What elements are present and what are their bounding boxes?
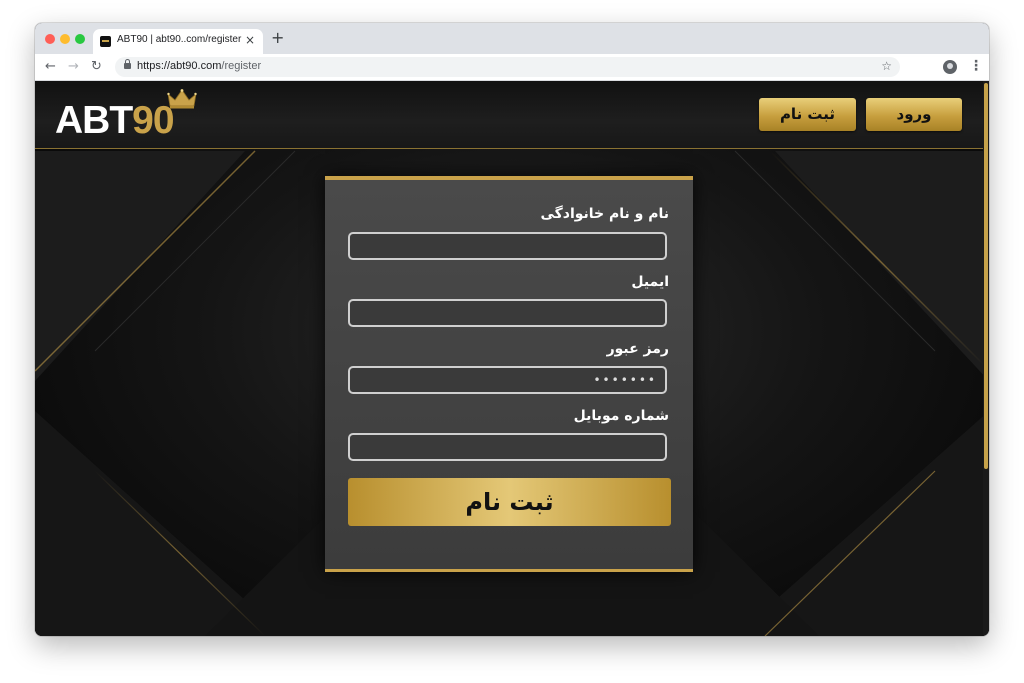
password-label: رمز عبور: [606, 341, 669, 357]
new-tab-button[interactable]: +: [271, 30, 284, 46]
browser-toolbar: ← → ↻ https://abt90.com/register ☆ ⋮: [35, 54, 989, 81]
url-text[interactable]: https://abt90.com/register: [137, 60, 261, 72]
lock-icon: [124, 59, 131, 69]
bookmark-star-icon[interactable]: ☆: [881, 59, 892, 73]
site-logo[interactable]: ABT90: [55, 99, 175, 143]
email-field[interactable]: [348, 299, 667, 327]
logo-text: ABT: [55, 99, 133, 142]
reload-icon[interactable]: ↻: [91, 58, 102, 75]
address-bar[interactable]: https://abt90.com/register ☆: [115, 57, 900, 77]
url-host: https://abt90.com: [137, 60, 222, 72]
register-form: نام و نام خانوادگی ایمیل رمز عبور ••••••…: [325, 176, 693, 572]
page-scrollbar[interactable]: [983, 81, 989, 636]
header-login-button[interactable]: ورود: [866, 98, 962, 131]
tab-bar: ABT90 | abt90..com/register × +: [35, 23, 989, 54]
password-field[interactable]: •••••••: [348, 366, 667, 394]
mobile-label: شماره موبایل: [573, 408, 669, 424]
page-viewport: ABT90 ثبت نام ورود نام و نام خانوادگی ای…: [35, 81, 989, 636]
browser-window: ABT90 | abt90..com/register × + ← → ↻ ht…: [35, 23, 989, 636]
forward-arrow-icon[interactable]: →: [68, 58, 79, 75]
mobile-field[interactable]: [348, 433, 667, 461]
email-label: ایمیل: [631, 274, 669, 290]
header-register-button[interactable]: ثبت نام: [759, 98, 856, 131]
close-window-button[interactable]: [45, 34, 55, 44]
full-name-field[interactable]: [348, 232, 667, 260]
tab-close-icon[interactable]: ×: [245, 33, 255, 47]
maximize-window-button[interactable]: [75, 34, 85, 44]
submit-register-button[interactable]: ثبت نام: [348, 478, 671, 526]
full-name-label: نام و نام خانوادگی: [540, 206, 669, 222]
scrollbar-thumb[interactable]: [984, 83, 988, 469]
tab-title: ABT90 | abt90..com/register: [117, 34, 242, 45]
url-path: /register: [221, 60, 262, 72]
profile-avatar-icon[interactable]: [943, 60, 957, 74]
active-tab[interactable]: ABT90 | abt90..com/register ×: [93, 29, 263, 54]
site-header: ABT90 ثبت نام ورود: [35, 81, 983, 149]
minimize-window-button[interactable]: [60, 34, 70, 44]
crown-icon: [167, 89, 197, 109]
site-favicon-icon: [100, 36, 111, 47]
browser-menu-icon[interactable]: ⋮: [969, 58, 983, 75]
back-arrow-icon[interactable]: ←: [45, 58, 56, 75]
